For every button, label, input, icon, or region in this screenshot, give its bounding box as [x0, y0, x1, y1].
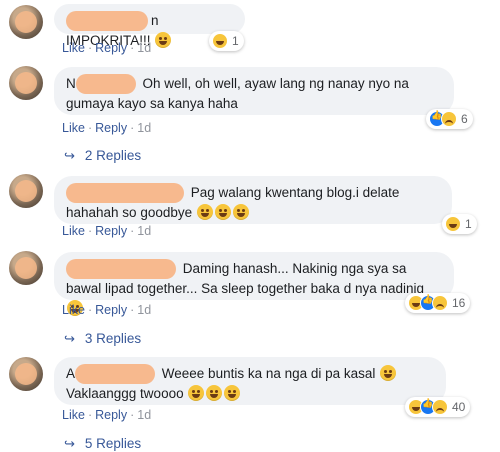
comment-4: Daming hanash... Nakinig nga sya sa bawa… [0, 245, 500, 353]
haha-reaction-icon [212, 33, 228, 49]
laughing-emoji-icon [224, 385, 241, 402]
redacted-name[interactable] [66, 11, 148, 32]
reply-arrow-icon: ↪ [64, 149, 75, 164]
replies-count: 3 Replies [84, 331, 142, 346]
view-replies-link[interactable]: ↪ 3 Replies [64, 331, 141, 347]
replies-count: 5 Replies [84, 436, 142, 451]
laughing-emoji-icon [188, 385, 205, 402]
comment-3: Pag walang kwentang blog.i delate hahaha… [0, 170, 500, 245]
sad-reaction-icon [432, 295, 448, 311]
view-replies-link[interactable]: ↪ 5 Replies [64, 436, 141, 452]
timestamp[interactable]: 1d [137, 41, 151, 55]
like-link[interactable]: Like [62, 408, 85, 422]
comment-bubble: A Weeee buntis ka na nga di pa kasal Vak… [54, 357, 446, 405]
sad-reaction-icon [432, 399, 448, 415]
redacted-name[interactable] [66, 183, 184, 204]
laughing-emoji-icon [380, 365, 397, 381]
comment-2: N Oh well, oh well, ayaw lang ng nanay n… [0, 60, 500, 170]
reply-link[interactable]: Reply [95, 408, 127, 422]
comment-5: A Weeee buntis ka na nga di pa kasal Vak… [0, 353, 500, 452]
comment-bubble: Pag walang kwentang blog.i delate hahaha… [54, 176, 452, 224]
reaction-count: 40 [452, 400, 466, 414]
comment-actions: Like · Reply · 1d [62, 224, 152, 238]
comment-1: n IMPOKRITA!!! 1 Like · Reply · 1d [0, 0, 500, 60]
comment-actions: Like · Reply · 1d [62, 41, 152, 55]
reaction-summary[interactable]: 40 [405, 397, 471, 417]
sad-reaction-icon [441, 111, 457, 127]
reply-arrow-icon: ↪ [64, 437, 75, 452]
comment-actions: Like · Reply · 1d [62, 121, 152, 135]
comment-text-2: Vaklaanggg twoooo [66, 386, 184, 402]
view-replies-link[interactable]: ↪ 2 Replies [64, 148, 141, 164]
timestamp[interactable]: 1d [137, 303, 151, 317]
reaction-count: 1 [465, 217, 472, 231]
comment-bubble: n IMPOKRITA!!! [54, 4, 245, 49]
avatar[interactable] [9, 357, 43, 391]
redacted-name[interactable] [75, 74, 136, 95]
avatar[interactable] [9, 5, 43, 39]
comment-actions: Like · Reply · 1d [62, 303, 152, 317]
reply-link[interactable]: Reply [95, 303, 127, 317]
like-link[interactable]: Like [62, 303, 85, 317]
reaction-summary[interactable]: 6 [426, 109, 473, 129]
reply-link[interactable]: Reply [95, 224, 127, 238]
reaction-summary[interactable]: 16 [405, 293, 471, 313]
reaction-count: 6 [461, 112, 468, 126]
avatar[interactable] [9, 66, 43, 100]
haha-reaction-icon [445, 216, 461, 232]
redacted-name[interactable] [75, 364, 156, 385]
laughing-emoji-icon [214, 204, 231, 221]
avatar[interactable] [9, 251, 43, 285]
timestamp[interactable]: 1d [137, 121, 151, 135]
timestamp[interactable]: 1d [137, 408, 151, 422]
comment-bubble: Daming hanash... Nakinig nga sya sa bawa… [54, 252, 454, 317]
reaction-count: 1 [232, 34, 239, 48]
timestamp[interactable]: 1d [137, 224, 151, 238]
avatar[interactable] [9, 174, 43, 208]
reply-link[interactable]: Reply [95, 121, 127, 135]
laughing-emoji-icon [196, 204, 213, 221]
like-link[interactable]: Like [62, 41, 85, 55]
replies-count: 2 Replies [84, 148, 142, 163]
reaction-summary[interactable]: 1 [209, 31, 244, 51]
reaction-summary[interactable]: 1 [442, 214, 477, 234]
reaction-count: 16 [452, 296, 466, 310]
comment-name-initial[interactable]: N [66, 76, 76, 91]
laughing-emoji-icon [155, 32, 172, 49]
comment-text: Weeee buntis ka na nga di pa kasal [161, 366, 376, 381]
laughing-emoji-icon [232, 204, 249, 221]
comment-bubble: N Oh well, oh well, ayaw lang ng nanay n… [54, 67, 454, 115]
comment-name-initial[interactable]: A [66, 366, 75, 381]
reply-link[interactable]: Reply [95, 41, 127, 55]
laughing-emoji-icon [206, 385, 223, 402]
comment-actions: Like · Reply · 1d [62, 408, 152, 422]
reply-arrow-icon: ↪ [64, 332, 75, 347]
like-link[interactable]: Like [62, 121, 85, 135]
redacted-name[interactable] [66, 259, 176, 280]
like-link[interactable]: Like [62, 224, 85, 238]
